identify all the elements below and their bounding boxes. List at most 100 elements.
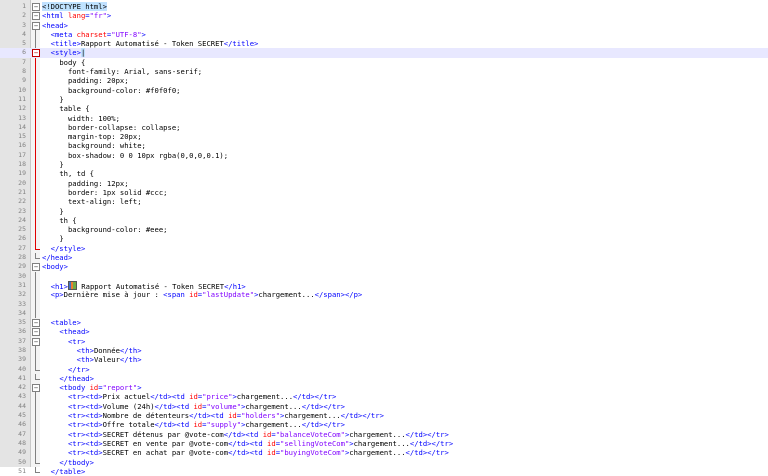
code-lines[interactable]: 1− <!DOCTYPE html> 2− <html lang="fr"> 3− <he…	[0, 2, 768, 476]
code-line[interactable]: 1− <!DOCTYPE html>	[0, 2, 768, 11]
code-line[interactable]: 31 <h1> Rapport Automatisé - Token SECRE…	[0, 280, 768, 291]
code-line[interactable]: 38 <th>Donnée</th>	[0, 345, 768, 356]
code-line[interactable]: 27 </style>	[0, 243, 768, 253]
code-text[interactable]: <tr>	[42, 337, 85, 346]
code-text[interactable]: table {	[42, 104, 89, 113]
code-text[interactable]: <!DOCTYPE html>	[42, 2, 107, 11]
code-line[interactable]: 14 border-collapse: collapse;	[0, 122, 768, 133]
code-text[interactable]: border: 1px solid #ccc;	[42, 188, 168, 197]
code-text[interactable]: <th>Valeur</th>	[42, 355, 142, 364]
code-line[interactable]: 12 table {	[0, 104, 768, 114]
code-line[interactable]: 18 }	[0, 160, 768, 170]
code-line[interactable]: 15 margin-top: 20px;	[0, 132, 768, 142]
code-line[interactable]: 33	[0, 299, 768, 309]
code-text[interactable]: padding: 12px;	[42, 179, 129, 188]
code-text[interactable]: <tr><td>SECRET en achat par @vote-com</t…	[42, 448, 449, 457]
code-line[interactable]: 17 box-shadow: 0 0 10px rgba(0,0,0,0.1);	[0, 150, 768, 161]
code-line[interactable]: 9 padding: 20px;	[0, 76, 768, 86]
code-line[interactable]: 49 <tr><td>SECRET en achat par @vote-com…	[0, 448, 768, 458]
fold-toggle-icon[interactable]: −	[32, 49, 40, 58]
code-line[interactable]: 13 width: 100%;	[0, 113, 768, 123]
code-line[interactable]: 36− <thead>	[0, 327, 768, 337]
code-line[interactable]: 7 body {	[0, 57, 768, 68]
code-text[interactable]: }	[42, 207, 63, 216]
code-text[interactable]: background-color: #eee;	[42, 225, 168, 234]
code-text[interactable]: </table>	[42, 467, 86, 476]
code-text[interactable]: <tr><td>SECRET en vente par @vote-com</t…	[42, 439, 453, 448]
code-line[interactable]: 39 <th>Valeur</th>	[0, 355, 768, 365]
code-line[interactable]: 34	[0, 308, 768, 319]
fold-toggle-icon[interactable]: −	[32, 21, 40, 30]
code-editor[interactable]: 1− <!DOCTYPE html> 2− <html lang="fr"> 3− <he…	[0, 0, 768, 476]
code-line[interactable]: 3− <head>	[0, 21, 768, 30]
code-text[interactable]: </tbody>	[42, 458, 94, 467]
code-line[interactable]: 35− <table>	[0, 318, 768, 328]
code-line[interactable]: 47 <tr><td>SECRET détenus par @vote-com<…	[0, 429, 768, 439]
code-text[interactable]: border-collapse: collapse;	[42, 123, 181, 132]
code-text[interactable]: background-color: #f0f0f0;	[42, 86, 181, 95]
code-line[interactable]: 45 <tr><td>Nombre de détenteurs</td><td …	[0, 411, 768, 421]
code-line[interactable]: 44 <tr><td>Volume (24h)</td><td id="volu…	[0, 401, 768, 412]
code-text[interactable]: <tbody id="report">	[42, 383, 141, 392]
code-line[interactable]: 8 font-family: Arial, sans-serif;	[0, 67, 768, 77]
code-line[interactable]: 19 th, td {	[0, 169, 768, 179]
code-text[interactable]: }	[42, 95, 63, 104]
fold-toggle-icon[interactable]: −	[32, 337, 40, 346]
code-text[interactable]: <thead>	[42, 327, 89, 336]
code-line[interactable]: 30	[0, 271, 768, 281]
code-text[interactable]: </tr>	[42, 365, 90, 374]
code-line[interactable]: 23 }	[0, 206, 768, 216]
code-text[interactable]: <p>Dernière mise à jour : <span id="last…	[42, 290, 363, 299]
code-line[interactable]: 10 background-color: #f0f0f0;	[0, 85, 768, 95]
code-text[interactable]: box-shadow: 0 0 10px rgba(0,0,0,0.1);	[42, 151, 228, 160]
fold-toggle-icon[interactable]: −	[32, 384, 40, 393]
code-text[interactable]: <tr><td>Offre totale</td><td id="supply"…	[42, 420, 345, 429]
code-line[interactable]: 41 </thead>	[0, 373, 768, 383]
code-line[interactable]: 51 </table>	[0, 466, 768, 476]
code-text[interactable]: <title>Rapport Automatisé - Token SECRET…	[42, 39, 259, 48]
code-line[interactable]: 50 </tbody>	[0, 457, 768, 467]
code-line[interactable]: 5 <title>Rapport Automatisé - Token SECR…	[0, 39, 768, 49]
code-text[interactable]: th {	[42, 216, 76, 225]
code-line[interactable]: 40 </tr>	[0, 364, 768, 374]
code-text[interactable]: </thead>	[42, 374, 94, 383]
code-text[interactable]: }	[42, 234, 63, 243]
code-line[interactable]: 22 text-align: left;	[0, 197, 768, 207]
code-text[interactable]: padding: 20px;	[42, 76, 129, 85]
code-line[interactable]: 42− <tbody id="report">	[0, 383, 768, 393]
code-text[interactable]: <style>|	[42, 48, 86, 58]
code-text[interactable]: <html lang="fr">	[42, 11, 111, 20]
code-text[interactable]: }	[42, 160, 63, 169]
fold-toggle-icon[interactable]: −	[32, 3, 40, 11]
code-line[interactable]: 46 <tr><td>Offre totale</td><td id="supp…	[0, 420, 768, 430]
code-line[interactable]: 6− <style>|	[0, 48, 768, 58]
fold-toggle-icon[interactable]: −	[32, 263, 40, 272]
code-text[interactable]: width: 100%;	[42, 114, 120, 123]
code-line[interactable]: 43 <tr><td>Prix actuel</td><td id="price…	[0, 392, 768, 402]
code-line[interactable]: 2− <html lang="fr">	[0, 11, 768, 21]
code-text[interactable]: <body>	[42, 262, 68, 271]
code-text[interactable]: background: white;	[42, 141, 146, 150]
fold-toggle-icon[interactable]: −	[32, 319, 40, 328]
code-line[interactable]: 32 <p>Dernière mise à jour : <span id="l…	[0, 290, 768, 300]
code-line[interactable]: 37− <tr>	[0, 337, 768, 346]
code-line[interactable]: 4 <meta charset="UTF-8">	[0, 29, 768, 40]
code-text[interactable]: <meta charset="UTF-8">	[42, 30, 146, 39]
code-text[interactable]: </style>	[42, 244, 86, 253]
code-line[interactable]: 16 background: white;	[0, 141, 768, 151]
code-text[interactable]: <table>	[42, 318, 81, 327]
code-text[interactable]: text-align: left;	[42, 197, 142, 206]
code-text[interactable]: <tr><td>SECRET détenus par @vote-com</td…	[42, 430, 449, 439]
code-text[interactable]: </head>	[42, 253, 72, 262]
code-text[interactable]: margin-top: 20px;	[42, 132, 142, 141]
code-line[interactable]: 29− <body>	[0, 262, 768, 272]
code-line[interactable]: 25 background-color: #eee;	[0, 225, 768, 235]
code-text[interactable]: <tr><td>Nombre de détenteurs</td><td id=…	[42, 411, 384, 420]
code-text[interactable]: <head>	[42, 21, 68, 30]
code-line[interactable]: 28 </head>	[0, 253, 768, 262]
code-line[interactable]: 11 }	[0, 94, 768, 105]
code-text[interactable]: body {	[42, 58, 85, 67]
code-line[interactable]: 21 border: 1px solid #ccc;	[0, 187, 768, 198]
code-text[interactable]: font-family: Arial, sans-serif;	[42, 67, 202, 76]
code-line[interactable]: 48 <tr><td>SECRET en vente par @vote-com…	[0, 438, 768, 449]
